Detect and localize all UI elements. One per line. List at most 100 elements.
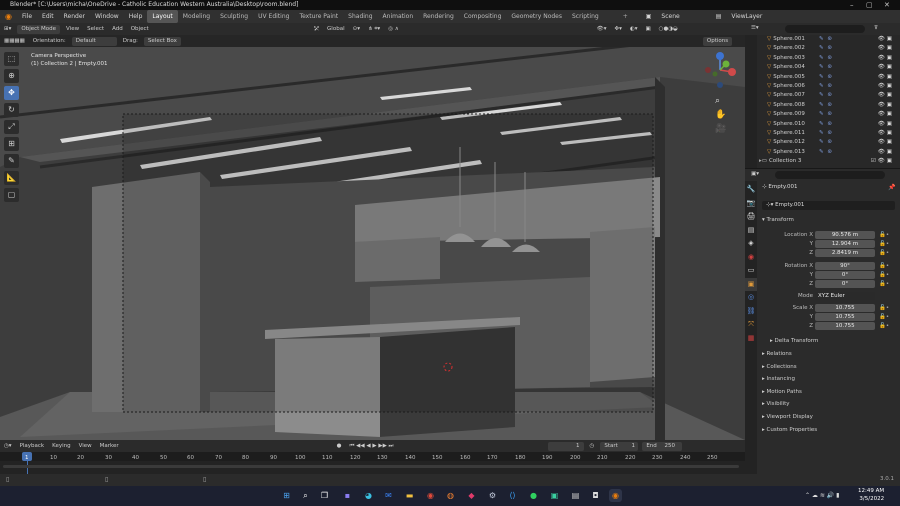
visibility-toggle-icon[interactable]: 👁▣ (878, 110, 894, 119)
tab-rendering[interactable]: Rendering (418, 10, 459, 23)
tab-layout[interactable]: Layout (147, 10, 178, 23)
orientation-selector[interactable]: Default (71, 36, 117, 46)
viewlayer-icon[interactable]: ▤ (711, 13, 727, 20)
cursor-tool-icon[interactable]: ⊕ (4, 69, 19, 83)
rotate-tool-icon[interactable]: ↻ (4, 103, 19, 117)
visibility-toggle-icon[interactable]: ☑👁▣ (871, 157, 894, 166)
instancing-panel[interactable]: ▸ Instancing (762, 374, 897, 384)
pivot-icon[interactable]: ⊙▾ (349, 26, 364, 32)
visibility-toggle-icon[interactable]: 👁▣ (878, 101, 894, 110)
steam-icon[interactable]: ⚙ (486, 489, 499, 502)
outliner-editor-icon[interactable]: ☰▾ (747, 25, 763, 31)
outliner-item[interactable]: ▽ Sphere.010 ✎ ⊛ 👁▣ (757, 120, 900, 129)
visibility-toggle-icon[interactable]: 👁▣ (878, 138, 894, 147)
blender-taskbar-icon[interactable]: ◉ (609, 489, 622, 502)
clock-icon[interactable]: ◷ (586, 443, 599, 449)
terminal-icon[interactable]: ▤ (569, 489, 582, 502)
lock-icon[interactable]: 🔓• (879, 231, 889, 240)
system-clock[interactable]: 12:49 AM 3/5/2022 (858, 487, 884, 503)
editor-type-icon[interactable]: ⊞▾ (0, 26, 15, 32)
menu-render[interactable]: Render (59, 13, 90, 20)
output-tab-icon[interactable]: 🖨 (745, 210, 757, 224)
app-icon[interactable]: ◆ (465, 489, 478, 502)
outliner-item[interactable]: ▽ Sphere.008 ✎ ⊛ 👁▣ (757, 101, 900, 110)
pin-icon[interactable]: 📌 (888, 184, 895, 191)
visibility-toggle-icon[interactable]: 👁▣ (878, 35, 894, 44)
teams-icon[interactable]: ▪ (341, 489, 354, 502)
marker-menu[interactable]: Marker (96, 443, 123, 449)
task-view-icon[interactable]: ❐ (318, 489, 331, 502)
scale-y-field[interactable]: 10.755 (815, 313, 875, 321)
mode-selector[interactable]: Object Mode (17, 24, 61, 34)
lock-icon[interactable]: 🔓• (879, 262, 889, 271)
tool-tab-icon[interactable]: 🔧 (745, 183, 757, 197)
object-name-field[interactable]: ⊹▾ Empty.001 (762, 201, 895, 210)
properties-editor-icon[interactable]: ▣▾ (747, 171, 763, 177)
visibility-panel[interactable]: ▸ Visibility (762, 399, 897, 409)
firefox-icon[interactable]: ◍ (444, 489, 457, 502)
outliner-item[interactable]: ▽ Sphere.009 ✎ ⊛ 👁▣ (757, 110, 900, 119)
tab-sculpting[interactable]: Sculpting (215, 10, 253, 23)
outliner-item[interactable]: ▽ Sphere.004 ✎ ⊛ 👁▣ (757, 63, 900, 72)
keying-menu[interactable]: Keying (48, 443, 74, 449)
menu-select[interactable]: Select (83, 26, 108, 32)
properties-search-input[interactable] (775, 171, 885, 179)
edge-icon[interactable]: ◕ (362, 489, 375, 502)
vscode-icon[interactable]: ⟨⟩ (506, 489, 519, 502)
add-cube-tool-icon[interactable]: ▢ (4, 188, 19, 202)
chrome-icon[interactable]: ◉ (424, 489, 437, 502)
rotation-x-field[interactable]: 90° (815, 262, 875, 270)
scale-x-field[interactable]: 10.755 (815, 304, 875, 312)
menu-object[interactable]: Object (127, 26, 153, 32)
visibility-toggle-icon[interactable]: 👁▣ (878, 120, 894, 129)
timeline-editor-icon[interactable]: ◷▾ (0, 443, 16, 449)
current-frame-field[interactable]: 1 (547, 441, 584, 451)
tab-uv-editing[interactable]: UV Editing (253, 10, 294, 23)
tab-scripting[interactable]: Scripting (567, 10, 604, 23)
tab-animation[interactable]: Animation (378, 10, 419, 23)
outliner-item[interactable]: ▽ Sphere.012 ✎ ⊛ 👁▣ (757, 138, 900, 147)
lock-icon[interactable]: 🔓• (879, 240, 889, 249)
outliner-item[interactable]: ▽ Sphere.007 ✎ ⊛ 👁▣ (757, 91, 900, 100)
navigation-gizmo[interactable]: ⌕ ✋ 🎥 (700, 50, 742, 140)
constraints-tab-icon[interactable]: ⛓ (745, 305, 757, 319)
viewlayer-selector[interactable]: ViewLayer (726, 13, 767, 20)
lock-icon[interactable]: 🔓• (879, 280, 889, 289)
outliner-item[interactable]: ▽ Sphere.011 ✎ ⊛ 👁▣ (757, 129, 900, 138)
transform-orientation-icon[interactable]: ⤱ (311, 26, 323, 33)
custom-properties-panel[interactable]: ▸ Custom Properties (762, 425, 897, 435)
relations-panel[interactable]: ▸ Relations (762, 349, 897, 359)
visibility-toggle-icon[interactable]: 👁▣ (878, 63, 894, 72)
close-button[interactable]: ✕ (884, 0, 890, 10)
timeline-view-menu[interactable]: View (75, 443, 96, 449)
gizmo-icon[interactable]: ✥▾ (611, 26, 626, 32)
blender-logo-icon[interactable]: ◉ (0, 12, 17, 21)
collection-tab-icon[interactable]: ▭ (745, 264, 757, 278)
visibility-toggle-icon[interactable]: 👁▣ (878, 73, 894, 82)
scale-tool-icon[interactable]: ⤢ (4, 120, 19, 134)
playback-controls-icon[interactable]: ⏮ ◀◀ ◀ ▶ ▶▶ ⏭ (345, 443, 397, 450)
annotate-tool-icon[interactable]: ✎ (4, 154, 19, 168)
drag-selector[interactable]: Select Box (143, 36, 181, 46)
file-explorer-icon[interactable]: ▬ (403, 489, 416, 502)
move-tool-icon[interactable]: ✥ (4, 86, 19, 100)
transform-orientation-selector[interactable]: Global (323, 26, 349, 32)
app-icon-3[interactable]: ◘ (589, 489, 602, 502)
menu-window[interactable]: Window (90, 13, 124, 20)
menu-view[interactable]: View (62, 26, 83, 32)
viewport-display-panel[interactable]: ▸ Viewport Display (762, 412, 897, 422)
xray-icon[interactable]: ▣ (641, 26, 654, 32)
menu-file[interactable]: File (17, 13, 37, 20)
maximize-button[interactable]: ▢ (866, 0, 873, 10)
filter-icon[interactable]: ⊽ (870, 25, 882, 31)
snap-icon[interactable]: ⋔ ⌗▾ (364, 26, 384, 33)
end-frame-field[interactable]: End 250 (642, 441, 683, 451)
outliner-item[interactable]: ▽ Sphere.006 ✎ ⊛ 👁▣ (757, 82, 900, 91)
start-frame-field[interactable]: Start 1 (600, 441, 639, 451)
scene-tab-icon[interactable]: ◈ (745, 237, 757, 251)
view-layer-tab-icon[interactable]: ▤ (745, 224, 757, 238)
tray-icons[interactable]: ⌃ ☁ ≋ 🔊 ▮ (805, 492, 839, 499)
visibility-toggle-icon[interactable]: 👁▣ (878, 82, 894, 91)
tab-shading[interactable]: Shading (343, 10, 377, 23)
visibility-toggle-icon[interactable]: 👁▣ (878, 54, 894, 63)
